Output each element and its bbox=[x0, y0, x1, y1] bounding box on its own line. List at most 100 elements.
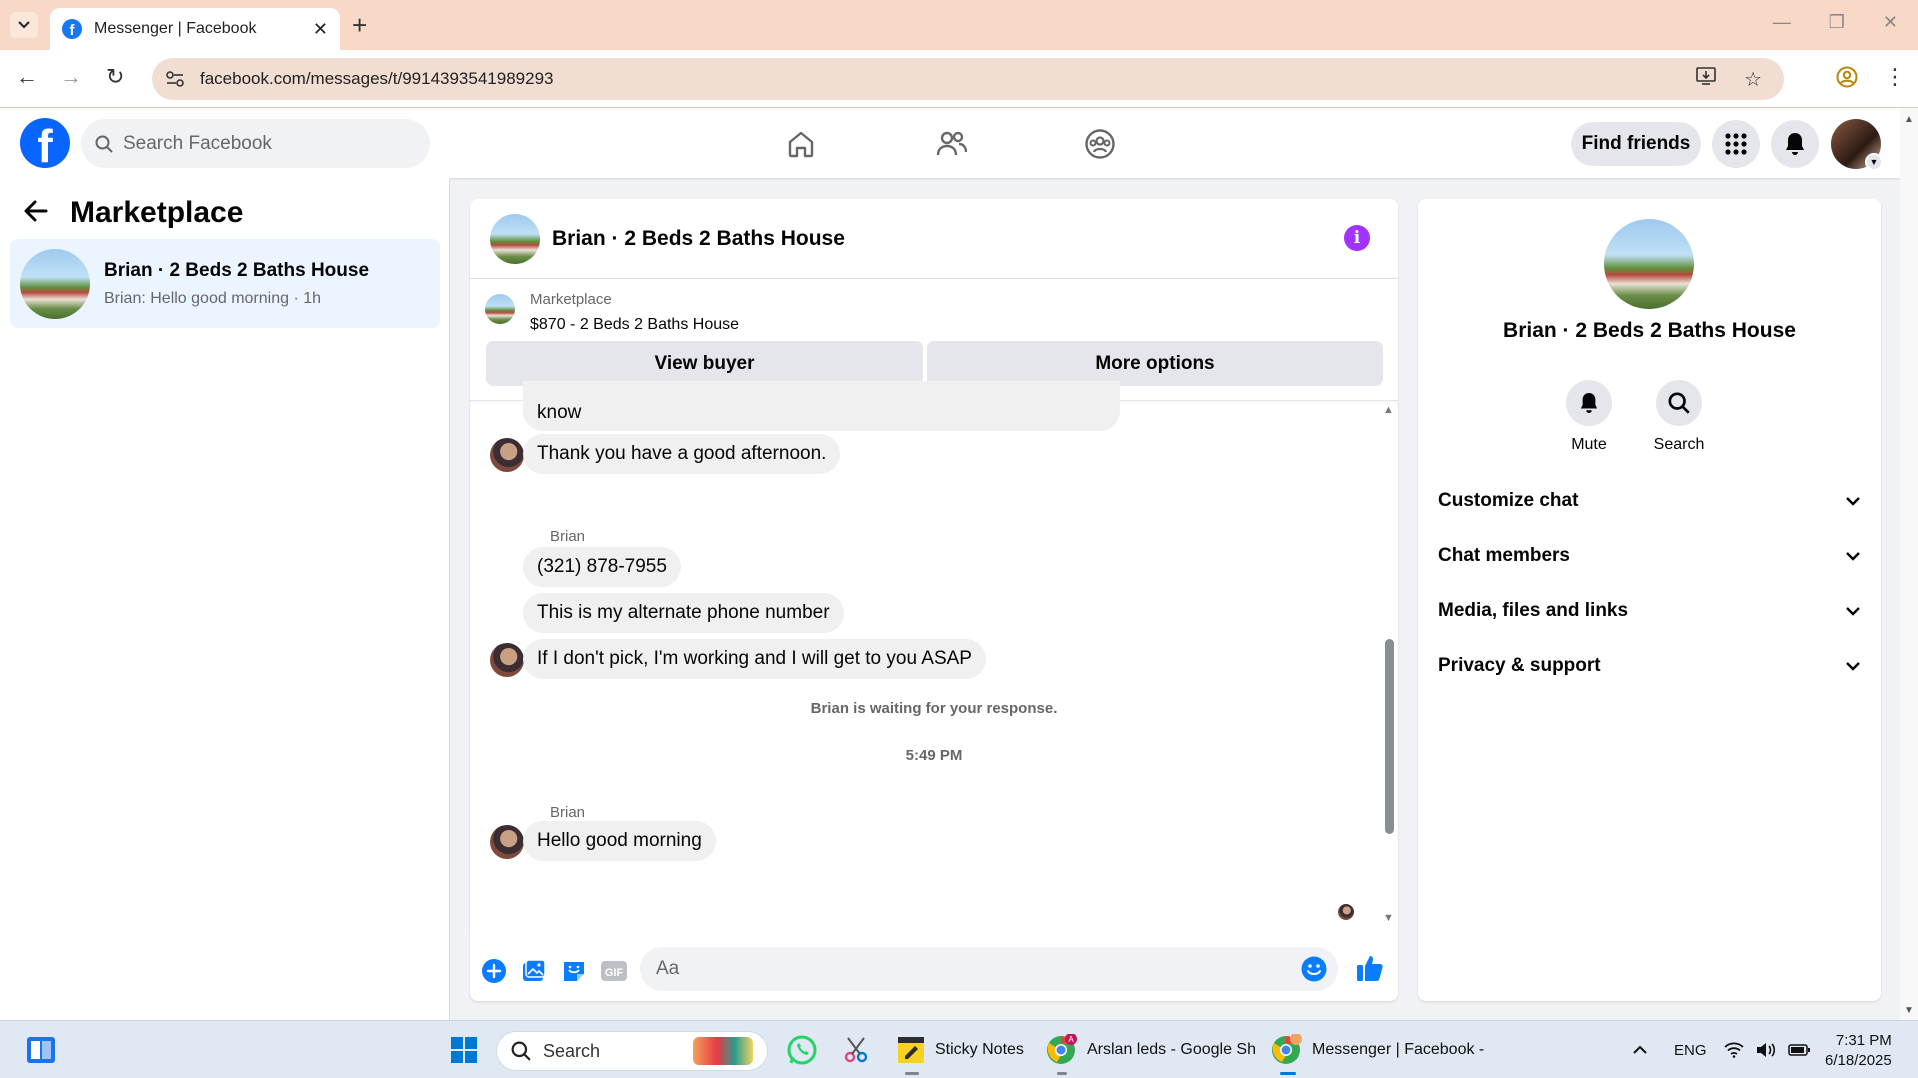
page-scrollbar[interactable]: ▲ ▼ bbox=[1900, 108, 1918, 1020]
listing-title[interactable]: $870 - 2 Beds 2 Baths House bbox=[530, 316, 739, 334]
facebook-top-nav: f Find friends ▼ bbox=[0, 108, 1900, 178]
taskbar-google-sheets[interactable]: A Arslan leds - Google Sh bbox=[1045, 1021, 1256, 1078]
sender-avatar[interactable] bbox=[490, 438, 524, 472]
section-chat-members[interactable]: Chat members bbox=[1438, 536, 1861, 576]
message-bubble: (321) 878-7955 bbox=[523, 547, 681, 587]
minimize-icon[interactable]: — bbox=[1773, 12, 1791, 33]
home-icon[interactable] bbox=[783, 126, 819, 162]
chat-title[interactable]: Brian · 2 Beds 2 Baths House bbox=[552, 227, 845, 251]
facebook-logo-icon[interactable]: f bbox=[20, 118, 70, 168]
listing-thumbnail bbox=[20, 248, 90, 319]
taskbar-app-label: Arslan leds - Google Sh bbox=[1087, 1041, 1256, 1058]
scrollbar-thumb[interactable] bbox=[1385, 639, 1394, 834]
running-indicator bbox=[1057, 1072, 1067, 1075]
site-settings-icon[interactable] bbox=[162, 66, 188, 92]
thread-item[interactable]: Brian · 2 Beds 2 Baths House Brian: Hell… bbox=[10, 239, 440, 328]
notifications-bell-icon[interactable] bbox=[1771, 120, 1819, 168]
tab-search-button[interactable] bbox=[10, 12, 38, 38]
taskbar-app-label: Sticky Notes bbox=[935, 1041, 1024, 1058]
scroll-up-icon[interactable]: ▲ bbox=[1904, 114, 1914, 125]
chat-avatar[interactable] bbox=[490, 213, 540, 264]
chevron-up-icon bbox=[1633, 1045, 1647, 1054]
taskbar-sticky-notes[interactable]: Sticky Notes bbox=[897, 1021, 1024, 1078]
sender-avatar[interactable] bbox=[490, 643, 524, 677]
facebook-favicon-icon: f bbox=[62, 19, 82, 39]
omnibox[interactable]: facebook.com/messages/t/9914393541989293… bbox=[152, 58, 1784, 100]
bookmark-star-icon[interactable]: ☆ bbox=[1744, 67, 1762, 92]
tab-close-icon[interactable]: ✕ bbox=[313, 19, 328, 40]
facebook-search-input[interactable] bbox=[123, 132, 403, 155]
browser-menu-icon[interactable]: ⋮ bbox=[1884, 64, 1906, 90]
back-arrow-icon[interactable] bbox=[24, 197, 48, 229]
message-bubble: If I don't pick, I'm working and I will … bbox=[523, 639, 986, 679]
view-buyer-button[interactable]: View buyer bbox=[486, 341, 923, 386]
sender-avatar[interactable] bbox=[490, 825, 524, 859]
language-label: ENG bbox=[1674, 1041, 1707, 1059]
search-icon bbox=[511, 1041, 531, 1061]
taskbar-search-input[interactable] bbox=[543, 1040, 693, 1062]
scroll-up-icon[interactable]: ▲ bbox=[1383, 404, 1394, 416]
plus-circle-icon[interactable] bbox=[480, 957, 508, 985]
scroll-down-icon[interactable]: ▼ bbox=[1904, 1005, 1914, 1016]
close-window-icon[interactable]: ✕ bbox=[1883, 12, 1898, 33]
new-tab-button[interactable]: + bbox=[352, 10, 367, 41]
mute-button[interactable]: Mute bbox=[1549, 380, 1629, 454]
back-icon[interactable]: ← bbox=[16, 64, 38, 90]
widgets-icon[interactable] bbox=[26, 1021, 56, 1078]
forward-icon[interactable]: → bbox=[60, 64, 82, 90]
system-tray[interactable] bbox=[1724, 1021, 1810, 1078]
battery-icon bbox=[1788, 1044, 1810, 1056]
chrome-icon: A bbox=[1047, 1034, 1077, 1064]
whatsapp-icon[interactable] bbox=[786, 1021, 818, 1078]
snipping-tool-icon[interactable] bbox=[842, 1021, 872, 1078]
emoji-icon[interactable] bbox=[1300, 955, 1328, 983]
thread-sidebar: Marketplace Brian · 2 Beds 2 Baths House… bbox=[0, 178, 450, 1020]
facebook-search[interactable] bbox=[81, 119, 430, 168]
taskbar-search[interactable] bbox=[496, 1031, 768, 1071]
message-list: know Thank you have a good afternoon. Br… bbox=[470, 381, 1398, 930]
section-customize-chat[interactable]: Customize chat bbox=[1438, 481, 1861, 521]
sticker-icon[interactable] bbox=[560, 957, 588, 985]
section-media-files-links[interactable]: Media, files and links bbox=[1438, 591, 1861, 631]
info-icon[interactable]: i bbox=[1344, 225, 1370, 251]
more-options-button[interactable]: More options bbox=[927, 341, 1383, 386]
chevron-down-icon bbox=[1846, 662, 1860, 671]
search-label: Search bbox=[1653, 436, 1705, 453]
system-clock[interactable]: 7:31 PM 6/18/2025 bbox=[1825, 1031, 1892, 1071]
chevron-down-icon: ▼ bbox=[1865, 153, 1883, 171]
message-bubble: Thank you have a good afternoon. bbox=[523, 434, 841, 474]
address-bar: ← → ↻ facebook.com/messages/t/9914393541… bbox=[0, 50, 1918, 108]
start-windows-icon[interactable] bbox=[450, 1021, 478, 1078]
install-app-icon[interactable] bbox=[1696, 66, 1716, 92]
profile-avatar[interactable]: ▼ bbox=[1831, 119, 1883, 171]
message-input-wrap[interactable] bbox=[640, 947, 1338, 991]
wifi-icon bbox=[1724, 1042, 1744, 1058]
chat-panel: Brian · 2 Beds 2 Baths House i Marketpla… bbox=[470, 199, 1398, 1001]
language-indicator[interactable]: ENG bbox=[1674, 1021, 1707, 1078]
url-text[interactable]: facebook.com/messages/t/9914393541989293 bbox=[200, 69, 1696, 89]
bell-icon bbox=[1566, 380, 1612, 426]
groups-icon[interactable] bbox=[1082, 126, 1118, 162]
restore-icon[interactable]: ❐ bbox=[1829, 12, 1845, 33]
thumbs-up-icon[interactable] bbox=[1355, 953, 1385, 988]
scroll-down-icon[interactable]: ▼ bbox=[1383, 912, 1394, 924]
search-icon bbox=[95, 135, 113, 153]
message-input[interactable] bbox=[656, 958, 1256, 980]
chat-scrollbar[interactable]: ▲ ▼ bbox=[1382, 404, 1396, 924]
photo-icon[interactable] bbox=[520, 957, 548, 985]
thread-name: Brian · 2 Beds 2 Baths House bbox=[104, 259, 370, 281]
gif-icon[interactable]: GIF bbox=[600, 957, 628, 985]
search-in-chat-button[interactable]: Search bbox=[1639, 380, 1719, 454]
friends-icon[interactable] bbox=[933, 126, 969, 162]
find-friends-button[interactable]: Find friends bbox=[1571, 122, 1701, 166]
section-label: Privacy & support bbox=[1438, 655, 1601, 676]
show-hidden-icons[interactable] bbox=[1632, 1021, 1648, 1078]
reload-icon[interactable]: ↻ bbox=[106, 64, 124, 90]
section-privacy-support[interactable]: Privacy & support bbox=[1438, 646, 1861, 686]
section-label: Chat members bbox=[1438, 545, 1570, 566]
taskbar-messenger[interactable]: Messenger | Facebook - bbox=[1270, 1021, 1484, 1078]
thread-preview: Brian: Hello good morning · 1h bbox=[104, 289, 322, 307]
browser-tab-active[interactable]: f Messenger | Facebook ✕ bbox=[50, 8, 340, 50]
browser-profile-icon[interactable] bbox=[1836, 66, 1858, 93]
menu-grid-icon[interactable] bbox=[1712, 120, 1760, 168]
